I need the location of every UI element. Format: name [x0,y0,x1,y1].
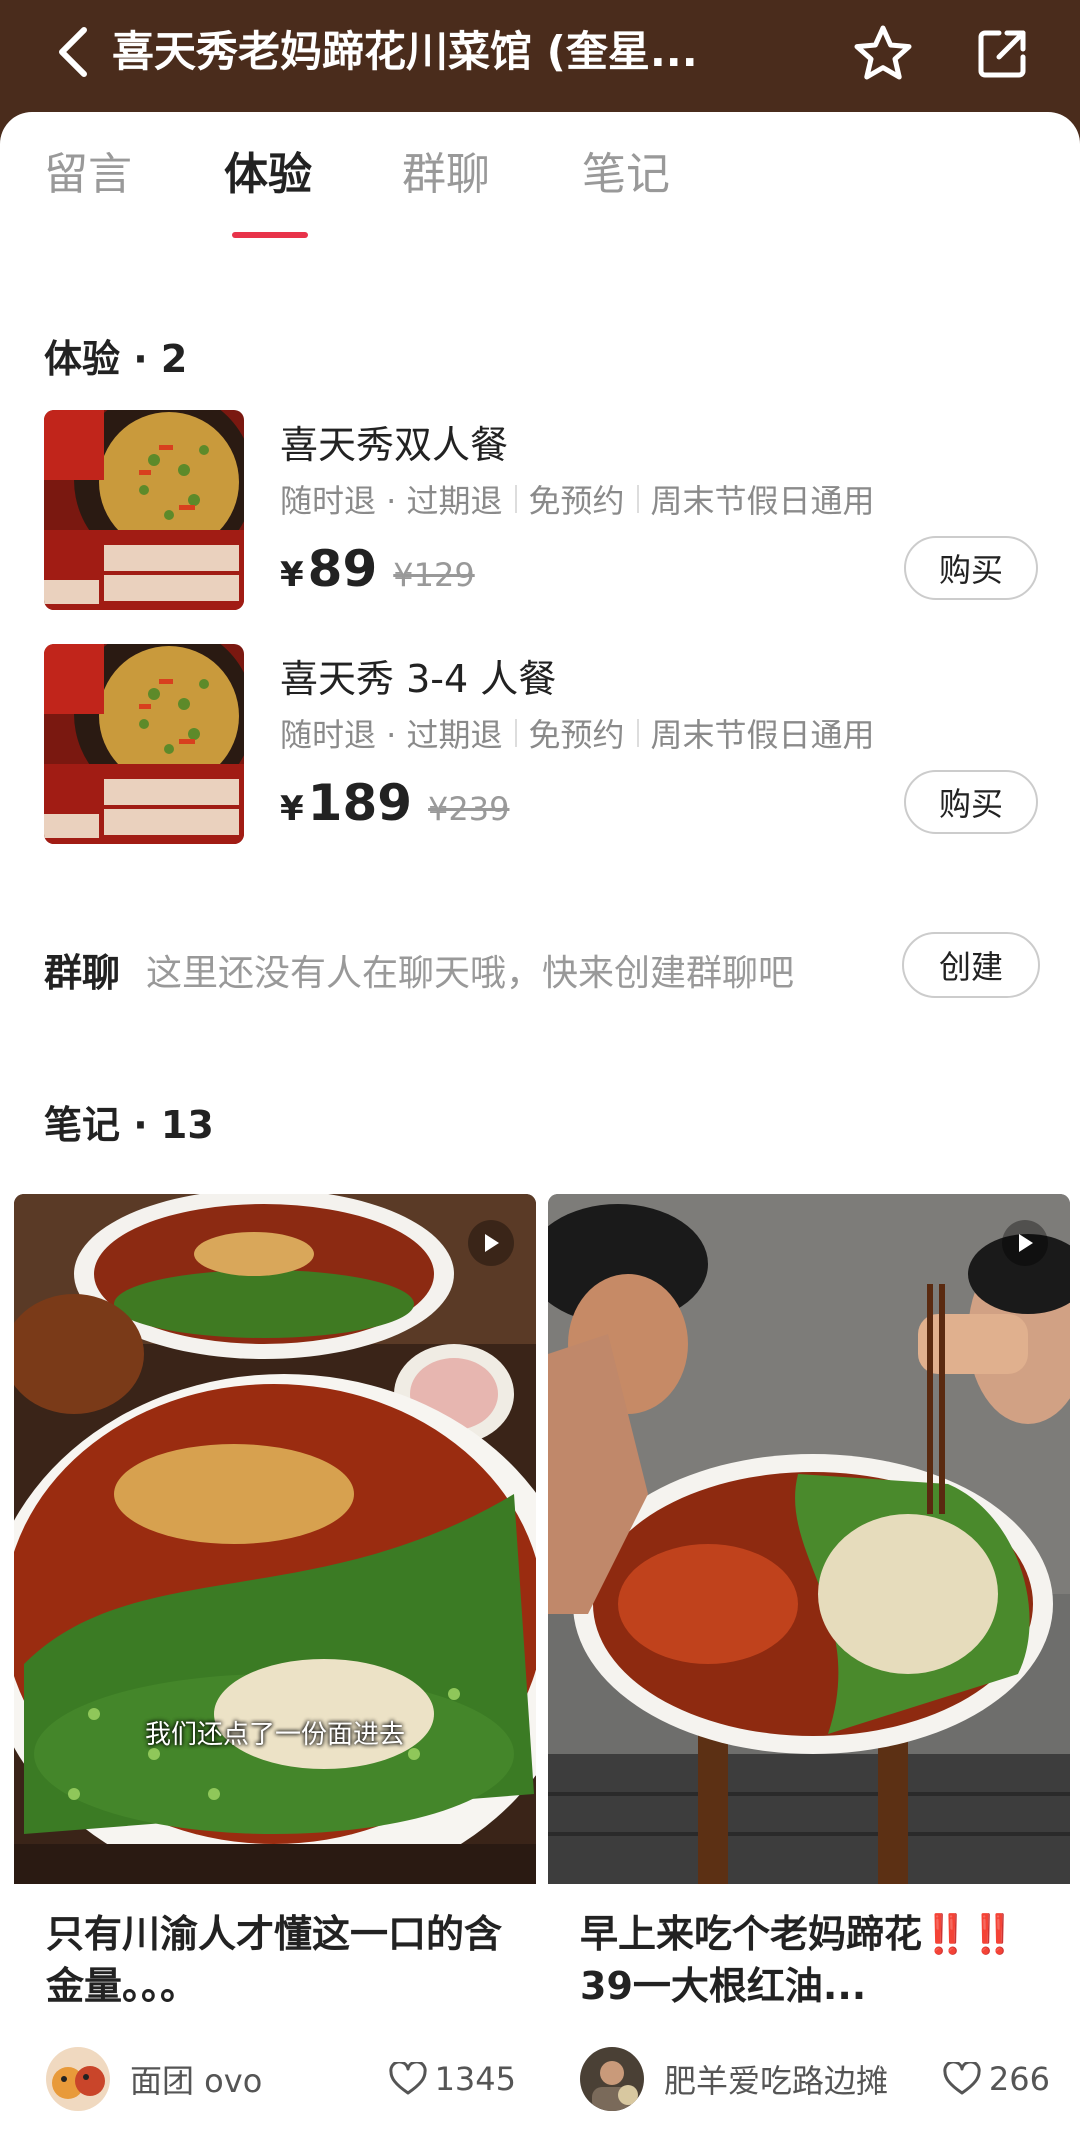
current-price: 189 [307,774,413,832]
back-button[interactable] [44,22,104,82]
video-caption: 我们还点了一份面进去 [144,1720,405,1750]
tag-divider [514,485,517,513]
tag-divider [514,719,517,747]
chevron-left-icon [59,27,87,77]
group-chat-hint: 这里还没有人在聊天哦，快来创建群聊吧 [146,953,795,994]
deal-price: ¥ 89 ¥129 [280,540,475,598]
tab-notes[interactable]: 笔记 [582,140,670,230]
deal-tags: 随时退 · 过期退 免预约 周末节假日通用 [280,476,875,522]
create-group-button[interactable]: 创建 [902,932,1040,998]
like-count-value: 1345 [434,2060,516,2098]
note-cover-image: 我们还点了一份面进去 [14,1194,536,1884]
deal-item[interactable]: 喜天秀 3-4 人餐 随时退 · 过期退 免预约 周末节假日通用 ¥ 189 ¥… [44,644,1044,848]
note-title: 只有川渝人才懂这一口的含金量。。。 [46,1912,503,2008]
buy-button[interactable]: 购买 [904,536,1038,600]
content-sheet: 留言 体验 群聊 笔记 体验 · 2 喜天秀双人餐 随时退 · 过期退 免预约 … [0,112,1080,2137]
deal-tag: 周末节假日通用 [650,716,875,754]
page-title: 喜天秀老妈蹄花川菜馆 (奎星... [112,27,698,76]
tag-divider [636,719,639,747]
deal-tags: 随时退 · 过期退 免预约 周末节假日通用 [280,710,875,756]
note-cover-image [548,1194,1070,1884]
avatar[interactable] [580,2047,644,2111]
video-play-icon [1002,1220,1048,1266]
deal-tag: 免预约 [528,482,625,520]
avatar[interactable] [46,2047,110,2111]
top-bar: 喜天秀老妈蹄花川菜馆 (奎星... [0,0,1080,130]
tab-bar: 留言 体验 群聊 笔记 [0,140,1080,238]
note-card[interactable]: 早上来吃个老妈蹄花‼️‼️39一大根红油... 肥羊爱吃路边摊 266 [548,1194,1070,2114]
deal-item[interactable]: 喜天秀双人餐 随时退 · 过期退 免预约 周末节假日通用 ¥ 89 ¥129 购… [44,410,1044,614]
deal-tag: 周末节假日通用 [650,482,875,520]
note-author-row: 面团 ovo 1345 [46,2046,516,2112]
deal-tag: 随时退 · 过期退 [280,716,503,754]
note-author-row: 肥羊爱吃路边摊 266 [580,2046,1050,2112]
original-price: ¥129 [393,556,475,594]
note-title: 早上来吃个老妈蹄花‼️‼️39一大根红油... [580,1912,1017,2008]
group-chat-row: 群聊 这里还没有人在聊天哦，快来创建群聊吧 创建 [44,932,1044,1012]
author-name[interactable]: 面团 ovo [130,2056,389,2102]
like-count[interactable]: 1345 [388,2060,516,2098]
deal-tag: 免预约 [528,716,625,754]
author-name[interactable]: 肥羊爱吃路边摊 [664,2056,943,2102]
original-price: ¥239 [428,790,510,828]
currency-symbol: ¥ [280,555,304,595]
deal-name: 喜天秀 3-4 人餐 [280,657,557,701]
tab-experience[interactable]: 体验 [224,140,312,230]
notes-section-title: 笔记 · 13 [44,1103,214,1147]
deal-name: 喜天秀双人餐 [280,423,509,467]
deal-tag: 随时退 · 过期退 [280,482,503,520]
favorite-button[interactable] [850,20,916,86]
buy-button[interactable]: 购买 [904,770,1038,834]
like-count[interactable]: 266 [943,2060,1050,2098]
tab-comments[interactable]: 留言 [44,140,132,230]
deal-thumbnail [44,644,244,844]
deal-price: ¥ 189 ¥239 [280,774,509,832]
active-tab-indicator [232,232,308,238]
like-count-value: 266 [988,2060,1050,2098]
group-chat-label: 群聊 [44,951,121,995]
star-icon [854,25,912,80]
experience-section-title: 体验 · 2 [44,337,188,381]
current-price: 89 [307,540,378,598]
video-play-icon [468,1220,514,1266]
tag-divider [636,485,639,513]
tab-group-chat[interactable]: 群聊 [402,140,490,230]
heart-icon [943,2062,981,2095]
share-button[interactable] [970,20,1036,86]
deal-thumbnail [44,410,244,610]
currency-symbol: ¥ [280,789,304,829]
heart-icon [388,2062,427,2095]
note-card[interactable]: 我们还点了一份面进去 只有川渝人才懂这一口的含金量。。。 面团 ovo 1345 [14,1194,536,2114]
share-external-icon [978,30,1026,78]
